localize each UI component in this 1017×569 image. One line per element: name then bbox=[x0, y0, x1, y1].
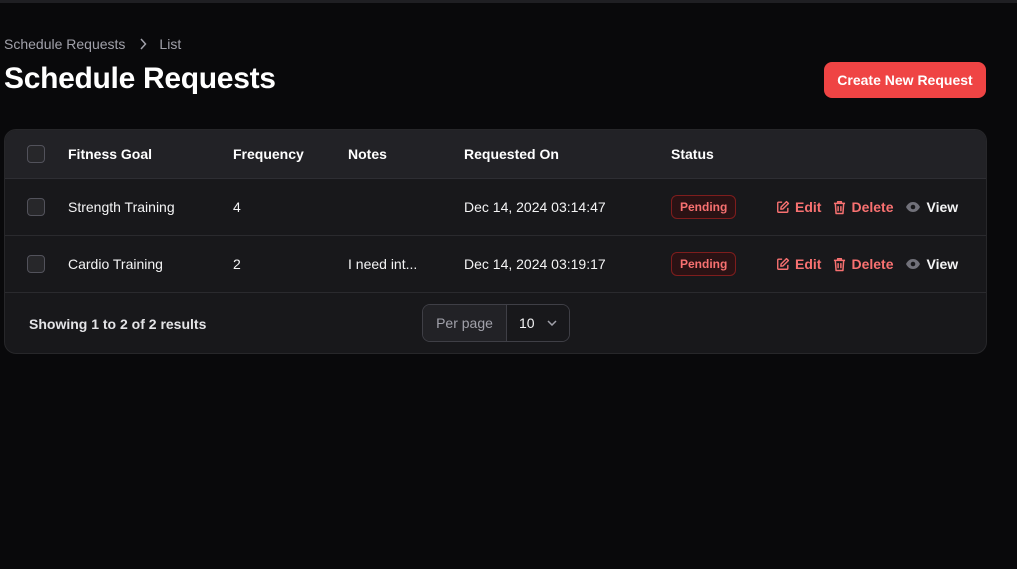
header-checkbox-cell bbox=[27, 130, 45, 178]
column-header-requested-on[interactable]: Requested On bbox=[464, 130, 559, 178]
chevron-down-icon bbox=[547, 320, 557, 326]
cell-requested-on: Dec 14, 2024 03:19:17 bbox=[464, 256, 606, 272]
create-new-request-button[interactable]: Create New Request bbox=[824, 62, 986, 98]
delete-action[interactable]: Delete bbox=[833, 256, 893, 272]
page-title: Schedule Requests bbox=[4, 62, 276, 95]
cell-requested-on: Dec 14, 2024 03:14:47 bbox=[464, 199, 606, 215]
results-summary: Showing 1 to 2 of 2 results bbox=[29, 316, 207, 332]
edit-icon bbox=[777, 200, 790, 213]
edit-label: Edit bbox=[795, 256, 822, 272]
top-divider bbox=[0, 0, 1017, 3]
view-label: View bbox=[926, 256, 959, 272]
per-page-select[interactable]: Per page 10 bbox=[422, 304, 570, 342]
status-badge: Pending bbox=[671, 195, 737, 219]
edit-action[interactable]: Edit bbox=[776, 256, 821, 272]
cell-status: Pending bbox=[671, 179, 737, 235]
cell-status: Pending bbox=[671, 236, 737, 292]
delete-action[interactable]: Delete bbox=[833, 199, 893, 215]
view-action[interactable]: View bbox=[905, 256, 958, 272]
delete-label: Delete bbox=[851, 256, 894, 272]
edit-icon bbox=[777, 257, 790, 270]
breadcrumb: Schedule Requests List bbox=[4, 36, 181, 52]
column-header-frequency[interactable]: Frequency bbox=[233, 130, 304, 178]
per-page-dropdown[interactable]: 10 bbox=[507, 305, 569, 341]
edit-action[interactable]: Edit bbox=[776, 199, 821, 215]
view-label: View bbox=[926, 199, 959, 215]
row-checkbox-cell bbox=[27, 179, 45, 235]
requests-table: Fitness Goal Frequency Notes Requested O… bbox=[4, 129, 987, 354]
chevron-right-icon bbox=[139, 38, 147, 50]
row-actions: Edit Delete View bbox=[776, 179, 970, 235]
cell-frequency: 2 bbox=[233, 256, 241, 272]
table-header: Fitness Goal Frequency Notes Requested O… bbox=[5, 130, 986, 179]
eye-icon bbox=[906, 202, 921, 212]
row-checkbox[interactable] bbox=[27, 198, 45, 216]
table-row: Cardio Training 2 I need int... Dec 14, … bbox=[5, 236, 986, 293]
table-footer: Showing 1 to 2 of 2 results Per page 10 bbox=[5, 293, 986, 353]
trash-icon bbox=[834, 257, 846, 271]
trash-icon bbox=[834, 200, 846, 214]
cell-notes: I need int... bbox=[348, 256, 418, 272]
edit-label: Edit bbox=[795, 199, 822, 215]
cell-fitness-goal: Strength Training bbox=[68, 199, 175, 215]
breadcrumb-current: List bbox=[159, 36, 182, 52]
table-row: Strength Training 4 Dec 14, 2024 03:14:4… bbox=[5, 179, 986, 236]
status-badge: Pending bbox=[671, 252, 737, 276]
row-actions: Edit Delete View bbox=[776, 236, 970, 292]
per-page-label: Per page bbox=[423, 305, 507, 341]
eye-icon bbox=[906, 259, 921, 269]
view-action[interactable]: View bbox=[905, 199, 958, 215]
breadcrumb-parent-link[interactable]: Schedule Requests bbox=[4, 36, 125, 52]
cell-fitness-goal: Cardio Training bbox=[68, 256, 163, 272]
cell-frequency: 4 bbox=[233, 199, 241, 215]
row-checkbox[interactable] bbox=[27, 255, 45, 273]
per-page-value: 10 bbox=[519, 315, 535, 331]
row-checkbox-cell bbox=[27, 236, 45, 292]
delete-label: Delete bbox=[851, 199, 894, 215]
column-header-status[interactable]: Status bbox=[671, 130, 714, 178]
column-header-fitness-goal[interactable]: Fitness Goal bbox=[68, 130, 152, 178]
select-all-checkbox[interactable] bbox=[27, 145, 45, 163]
column-header-notes[interactable]: Notes bbox=[348, 130, 387, 178]
